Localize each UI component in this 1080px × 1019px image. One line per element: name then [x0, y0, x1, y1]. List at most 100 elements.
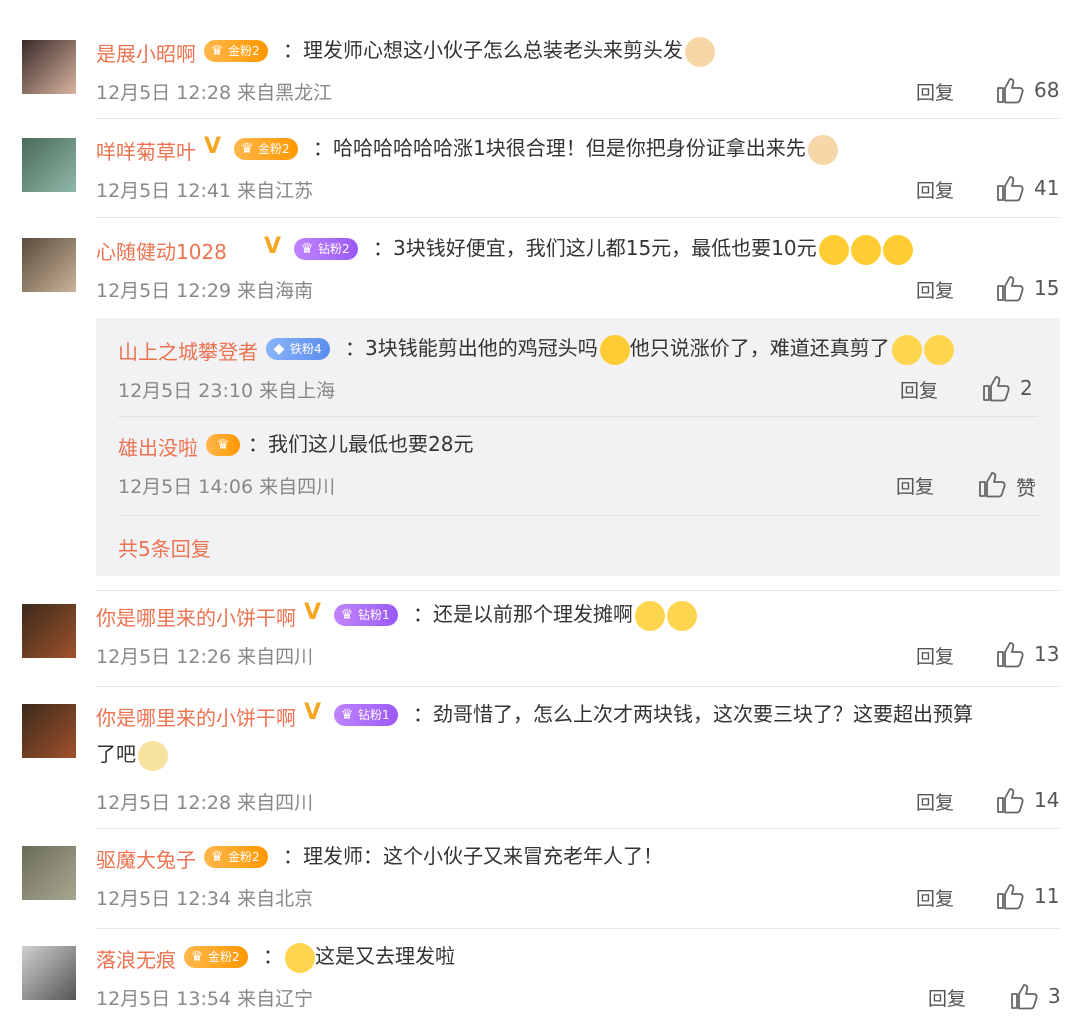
reply-button[interactable]: 回复: [916, 642, 954, 669]
like-button[interactable]: 3: [1010, 982, 1080, 1012]
comment-timestamp-location: 12月5日 12:34 来自北京: [96, 888, 314, 910]
verified-v-icon: V: [304, 700, 322, 725]
comment-username[interactable]: 心随健动1028: [96, 236, 227, 265]
sub-reply-username[interactable]: 山上之城攀登者: [118, 336, 258, 365]
like-count: 2: [1020, 376, 1033, 400]
comment-timestamp-location: 12月5日 12:29 来自海南: [96, 280, 314, 302]
comment-timestamp-location: 12月5日 12:28 来自四川: [96, 792, 314, 814]
grin-emoji-icon: [923, 334, 954, 365]
avatar[interactable]: [22, 238, 76, 292]
crown-icon: ♛: [210, 43, 224, 59]
reply-button[interactable]: 回复: [916, 176, 954, 203]
avatar[interactable]: [22, 946, 76, 1000]
colon: ：: [283, 38, 303, 62]
cat-emoji-icon: [685, 36, 715, 67]
thumbs-up-icon: [983, 376, 1010, 402]
reply-button[interactable]: 回复: [916, 78, 954, 105]
comment-divider: [96, 118, 1060, 119]
thumbs-up-icon: [997, 78, 1024, 104]
reply-button[interactable]: 回复: [928, 984, 966, 1011]
crown-icon: ♛: [216, 437, 230, 453]
avatar[interactable]: [22, 138, 76, 192]
avatar[interactable]: [22, 40, 76, 94]
fan-badge[interactable]: ♛ 钻粉1: [334, 704, 398, 726]
like-count: 15: [1034, 276, 1060, 300]
like-count: 13: [1034, 642, 1060, 666]
comment-username[interactable]: 落浪无痕: [96, 944, 176, 973]
sub-reply-divider: [118, 515, 1038, 516]
comment-timestamp-location: 12月5日 12:26 来自四川: [96, 646, 314, 668]
fan-badge[interactable]: ♛ 钻粉1: [334, 604, 398, 626]
fan-badge[interactable]: ♛ 钻粉2: [294, 238, 358, 260]
fan-badge[interactable]: ♛ 金粉2: [204, 846, 268, 868]
crown-badge[interactable]: ♛: [206, 434, 240, 456]
laugh-emoji-icon: [882, 234, 913, 265]
like-button[interactable]: 15: [996, 274, 1076, 304]
crown-icon: ♛: [240, 141, 254, 157]
grin-emoji-icon: [891, 334, 922, 365]
sub-reply-username[interactable]: 雄出没啦: [118, 432, 198, 461]
fan-badge[interactable]: ♛ 金粉2: [184, 946, 248, 968]
like-button[interactable]: 68: [996, 76, 1076, 106]
comment-text: 这是又去理发啦: [283, 936, 455, 976]
comment-text: 理发师：这个小伙子又来冒充老年人了！: [303, 844, 663, 868]
fan-badge-label: 钻粉1: [358, 708, 390, 722]
like-button[interactable]: 41: [996, 174, 1076, 204]
thumbs-up-icon: [979, 472, 1006, 498]
comment-divider: [96, 217, 1060, 218]
reply-button[interactable]: 回复: [916, 276, 954, 303]
crown-icon: ♛: [210, 849, 224, 865]
like-button[interactable]: 2: [982, 374, 1062, 404]
comment-username[interactable]: 咩咩菊草叶: [96, 136, 196, 165]
reply-button[interactable]: 回复: [916, 884, 954, 911]
laugh-emoji-icon: [850, 234, 881, 265]
comment-text: 理发师心想这小伙子怎么总装老头来剪头发: [303, 30, 715, 70]
cry-emoji-icon: [285, 942, 315, 973]
colon: ：: [373, 236, 393, 260]
crown-icon: ♛: [300, 241, 314, 257]
like-button[interactable]: 11: [996, 882, 1076, 912]
comment-username[interactable]: 驱魔大兔子: [96, 844, 196, 873]
comment-divider: [96, 928, 1060, 929]
comment-timestamp-location: 12月5日 12:41 来自江苏: [96, 180, 314, 202]
fan-badge-label: 金粉2: [228, 850, 260, 864]
avatar[interactable]: [22, 846, 76, 900]
fan-badge[interactable]: ♛ 金粉2: [234, 138, 298, 160]
laugh-emoji-icon: [818, 234, 849, 265]
colon: ：: [283, 844, 303, 868]
comment-divider: [96, 590, 1060, 591]
fan-badge[interactable]: ♛ 金粉2: [204, 40, 268, 62]
fan-badge[interactable]: ◆ 铁粉4: [266, 338, 330, 360]
diamond-icon: ◆: [273, 341, 285, 357]
verified-v-icon: V: [264, 234, 282, 259]
like-count: 41: [1034, 176, 1060, 200]
comment-username[interactable]: 你是哪里来的小饼干啊: [96, 602, 296, 631]
avatar[interactable]: [22, 604, 76, 658]
comment-username[interactable]: 是展小昭啊: [96, 38, 196, 67]
view-all-replies-link[interactable]: 共5条回复: [118, 533, 211, 562]
avatar[interactable]: [22, 704, 76, 758]
sub-reply-text: 我们这儿最低也要28元: [268, 432, 474, 456]
comment-text: 哈哈哈哈哈哈涨1块很合理！但是你把身份证拿出来先: [333, 128, 838, 168]
like-button[interactable]: 赞: [978, 470, 1058, 500]
like-button[interactable]: 13: [996, 640, 1076, 670]
like-count: 14: [1034, 788, 1060, 812]
cry-emoji-icon: [667, 600, 697, 631]
comment-timestamp-location: 12月5日 12:28 来自黑龙江: [96, 82, 333, 104]
reply-button[interactable]: 回复: [916, 788, 954, 815]
like-button[interactable]: 14: [996, 786, 1076, 816]
thumbs-up-icon: [997, 884, 1024, 910]
sub-reply-timestamp-location: 12月5日 14:06 来自四川: [118, 476, 336, 498]
thumbs-up-icon: [1011, 984, 1038, 1010]
reply-button[interactable]: 回复: [896, 472, 934, 499]
colon: ：: [345, 336, 365, 360]
reply-button[interactable]: 回复: [900, 376, 938, 403]
colon: ：: [263, 944, 283, 968]
like-count: 3: [1048, 984, 1061, 1008]
sub-reply-text: 3块钱能剪出他的鸡冠头吗 他只说涨价了，难道还真剪了: [365, 328, 954, 368]
comment-divider: [96, 828, 1060, 829]
crown-icon: ♛: [340, 707, 354, 723]
crown-icon: ♛: [340, 607, 354, 623]
comment-username[interactable]: 你是哪里来的小饼干啊: [96, 702, 296, 731]
thumbs-up-icon: [997, 788, 1024, 814]
